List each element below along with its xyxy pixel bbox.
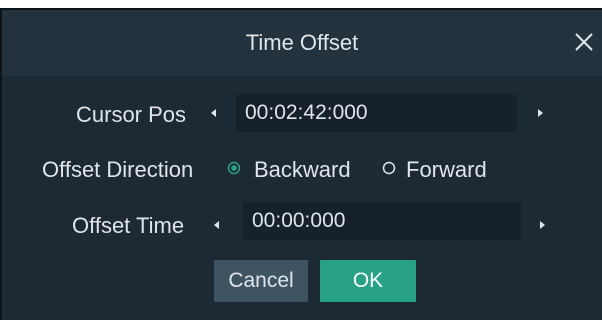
offset-time-increment[interactable] (535, 218, 549, 232)
ok-button[interactable]: OK (320, 260, 416, 302)
offset-direction-label: Offset Direction (42, 157, 194, 182)
dialog-title: Time Offset (245, 30, 359, 55)
triangle-right-icon (538, 109, 543, 117)
radio-forward-label[interactable]: Forward (406, 157, 487, 183)
radio-unselected-icon (382, 161, 396, 175)
radio-backward[interactable] (227, 161, 241, 175)
cursor-pos-field[interactable]: 00:02:42:000 (236, 94, 517, 132)
triangle-left-icon (211, 109, 216, 117)
offset-time-field[interactable]: 00:00:000 (243, 202, 521, 240)
radio-selected-icon (227, 161, 241, 175)
dialog-titlebar: Time Offset (2, 10, 602, 76)
offset-time-label: Offset Time (72, 213, 185, 238)
offset-time-decrement[interactable] (210, 218, 224, 232)
cancel-button[interactable]: Cancel (214, 260, 308, 302)
cursor-pos-label: Cursor Pos (76, 102, 187, 127)
triangle-left-icon (214, 221, 219, 229)
time-offset-dialog: Time Offset Cursor Pos 00:02:42:000 Offs… (0, 8, 602, 320)
triangle-right-icon (540, 221, 545, 229)
close-icon (575, 33, 593, 51)
radio-forward[interactable] (382, 161, 396, 175)
cursor-pos-increment[interactable] (533, 106, 547, 120)
close-button[interactable] (570, 28, 598, 56)
cursor-pos-decrement[interactable] (207, 106, 221, 120)
radio-backward-label[interactable]: Backward (254, 157, 351, 183)
